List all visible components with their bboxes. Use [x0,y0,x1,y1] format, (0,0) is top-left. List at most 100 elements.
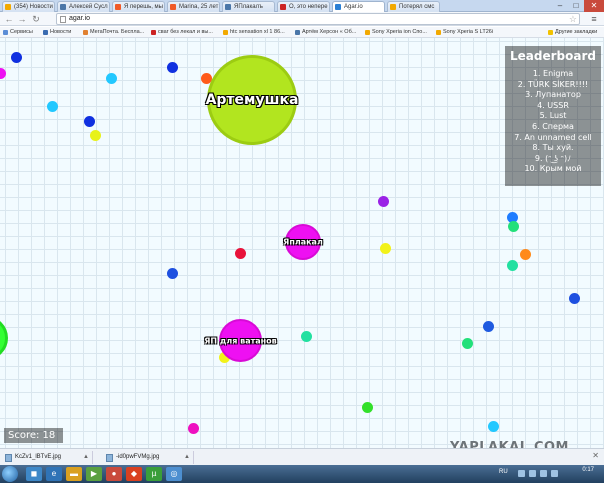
leaderboard-entry: 5. Lust [539,111,567,121]
food-pellet [301,331,312,342]
tab-marina[interactable]: Marina, 25 лет [167,1,220,12]
app-icon[interactable]: ◆ [126,467,142,481]
food-pellet [188,423,199,434]
address-bar[interactable]: agar.io ☆ [56,13,580,25]
game-canvas[interactable]: Артемушка Яплакал ЯП для ватанов Leaderb… [0,38,604,448]
close-icon[interactable]: ✕ [584,0,604,12]
tab-favicon-icon [60,4,66,10]
bookmark-favicon-icon [43,30,48,35]
bookmark-sony-s[interactable]: Sony Xperia S LT26i [435,28,493,37]
window-controls: – □ ✕ [552,0,604,12]
download-item[interactable]: KcZv1_lBTvE.jpg ▲ [3,451,93,464]
food-pellet [0,68,6,79]
explorer-icon[interactable]: ◼ [26,467,42,481]
chevron-up-icon[interactable]: ▲ [83,451,89,464]
clock[interactable]: 0:17 [582,466,594,474]
forward-arrow-icon[interactable]: → [17,14,27,24]
apps-icon [3,30,8,35]
tab-news[interactable]: (354) Новости [2,1,55,12]
food-pellet [488,421,499,432]
utorrent-icon[interactable]: µ [146,467,162,481]
folder-icon [548,30,553,35]
page-icon [60,16,66,23]
bookmark-star-icon[interactable]: ☆ [569,14,577,24]
player-cell: Артемушка [205,55,299,145]
leaderboard-entry: 1. Enigma [532,69,574,78]
leaderboard-entry: 8. Ты хуй. [532,143,574,153]
bookmark-sony-ion[interactable]: Sony Xperia ion Спо... [364,28,427,37]
food-pellet [47,101,58,112]
chrome-icon[interactable]: ◎ [166,467,182,481]
food-pellet [507,260,518,271]
bookmark-services[interactable]: Сервисы [2,28,33,37]
bookmarks-bar: Сервисы Новости МегаПочта. Беспла... сва… [0,27,604,38]
food-pellet [378,196,389,207]
tab-poteryal[interactable]: Потерял смс [387,1,440,12]
tray-icon[interactable] [551,470,558,477]
reload-icon[interactable]: ↻ [31,14,41,24]
bookmark-news[interactable]: Новости [42,28,71,37]
bookmark-artem[interactable]: Артём Херсон « Об... [294,28,356,37]
image-file-icon [106,454,113,462]
browser-toolbar: ← → ↻ agar.io ☆ ≡ [0,12,604,26]
download-shelf: KcZv1_lBTvE.jpg ▲ -id0pwFVMg.jpg ▲ ✕ [0,448,604,465]
leaderboard-entry: 9. (ᵔ ͜ʖ ᵔ)ﾉ [534,153,572,163]
tray-icon[interactable] [518,470,525,477]
bookmark-favicon-icon [223,30,228,35]
download-item[interactable]: -id0pwFVMg.jpg ▲ [104,451,194,464]
leaderboard-entry: 4. USSR [537,100,569,110]
food-pellet [167,62,178,73]
bookmark-favicon-icon [436,30,441,35]
tab-aleksey[interactable]: Алексей Сусл [57,1,110,12]
enemy-cell: Яплакал [283,224,323,260]
food-pellet [11,52,22,63]
bookmark-other[interactable]: Другие закладки [547,28,597,37]
close-shelf-icon[interactable]: ✕ [592,451,599,460]
food-pellet [235,248,246,259]
food-pellet [520,249,531,260]
enemy-cell: ЯП для ватанов [204,319,277,362]
food-pellet [167,268,178,279]
tab-favicon-icon [335,4,341,10]
bookmark-megapochta[interactable]: МегаПочта. Беспла... [82,28,144,37]
bookmark-favicon-icon [295,30,300,35]
language-indicator[interactable]: RU [499,469,508,475]
volume-icon[interactable] [540,470,547,477]
maximize-icon[interactable]: □ [568,0,584,12]
food-pellet [380,243,391,254]
app-icon[interactable]: ● [106,467,122,481]
bookmark-svag[interactable]: сваг без лекал и вы... [150,28,213,37]
tab-favicon-icon [390,4,396,10]
start-button-icon[interactable] [2,466,18,482]
image-file-icon [5,454,12,462]
cell-name-label: ЯП для ватанов [204,336,277,345]
virus-cell [0,316,8,360]
tab-ya-pereshch[interactable]: Я перешь, мы [112,1,165,12]
watermark: YAPLAKAL.COM [450,440,569,448]
folder-icon[interactable]: ▬ [66,467,82,481]
leaderboard-entry: 6. Сперма [532,121,574,131]
leaderboard-title: Leaderboard [510,49,596,63]
tab-agar[interactable]: Agar.io [332,1,385,12]
tab-favicon-icon [115,4,121,10]
chevron-up-icon[interactable]: ▲ [184,451,190,464]
network-icon[interactable] [529,470,536,477]
back-arrow-icon[interactable]: ← [4,14,14,24]
menu-icon[interactable]: ≡ [589,14,599,24]
youtube-icon [151,30,156,35]
tab-favicon-icon [225,4,231,10]
tab-favicon-icon [5,4,11,10]
minimize-icon[interactable]: – [552,0,568,12]
tab-yaplakal[interactable]: ЯПлакалъ [222,1,275,12]
food-pellet [569,293,580,304]
leaderboard-entry: 7. An unnamed cell [514,132,592,142]
cell-name-label: Яплакал [283,237,323,247]
tab-favicon-icon [170,4,176,10]
leaderboard-panel: Leaderboard 1. Enigma 2. TÜRK SİKER!!!! … [505,46,601,186]
cell-name-label: Артемушка [205,92,299,108]
windows-taskbar: ◼ e ▬ ▶ ● ◆ µ ◎ RU 0:17 [0,465,604,483]
ie-icon[interactable]: e [46,467,62,481]
tab-o-eto[interactable]: О, это непере [277,1,330,12]
bookmark-htc[interactable]: htc sensation xl 1 86... [222,28,285,37]
media-icon[interactable]: ▶ [86,467,102,481]
